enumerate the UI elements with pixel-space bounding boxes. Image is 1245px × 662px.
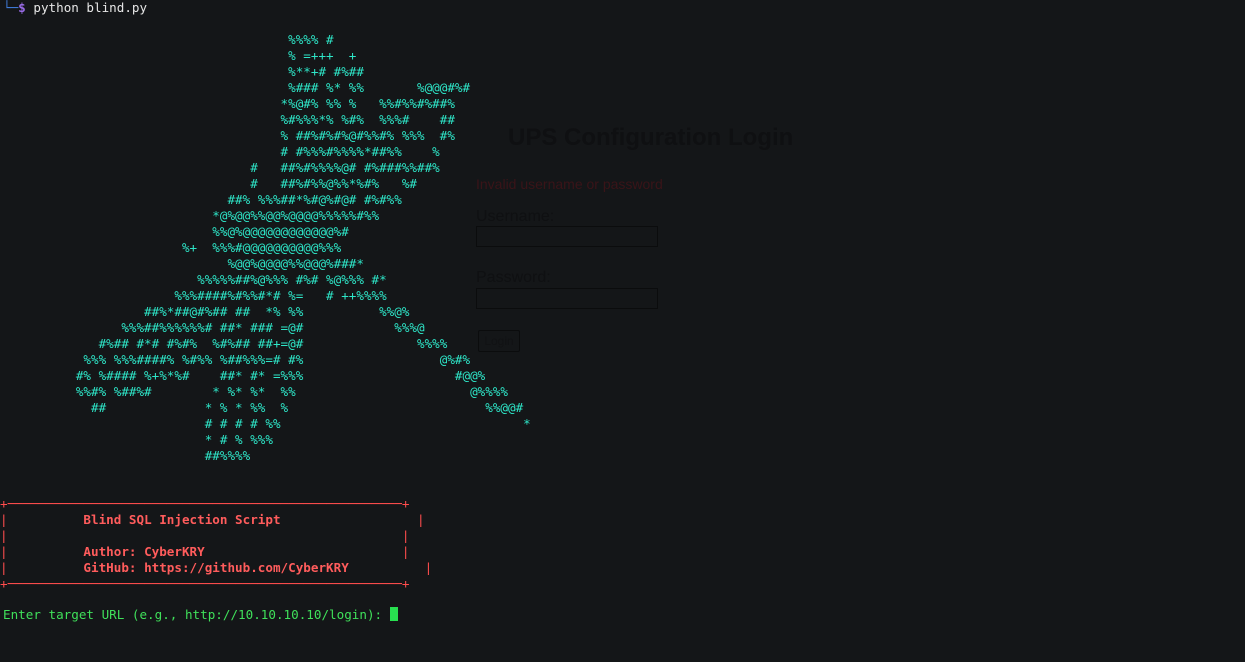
banner-border-bottom: +───────────────────────────────────────… (0, 576, 410, 591)
prompt-tree-glyph: └─ (3, 0, 19, 15)
url-input-prompt: Enter target URL (e.g., http://10.10.10.… (3, 607, 390, 622)
terminal-cursor[interactable] (389, 607, 398, 621)
username-label: Username: (476, 208, 555, 225)
prompt-dollar-sign: $ (18, 0, 26, 15)
banner-author: Author: CyberKRY (83, 544, 205, 559)
password-label: Password: (476, 269, 551, 286)
username-field[interactable] (476, 226, 658, 247)
shell-command: python blind.py (33, 0, 148, 15)
background-login-form: UPS Configuration Login Invalid username… (476, 120, 816, 360)
banner-border-top: +───────────────────────────────────────… (0, 496, 410, 511)
shell-prompt-line: └─$ python blind.py (3, 0, 147, 16)
url-input-line[interactable]: Enter target URL (e.g., http://10.10.10.… (3, 607, 398, 623)
password-field[interactable] (476, 288, 658, 309)
banner-github: GitHub: https://github.com/CyberKRY (83, 560, 349, 575)
banner-title: Blind SQL Injection Script (83, 512, 281, 527)
login-error-message: Invalid username or password (476, 176, 663, 192)
ascii-art-banner: %%%% # % =+++ + %**+# #%## %### %* %% %@… (75, 32, 531, 463)
script-info-box: +───────────────────────────────────────… (0, 496, 433, 591)
login-page-title: UPS Configuration Login (508, 124, 794, 151)
login-button[interactable]: Login (478, 330, 520, 352)
